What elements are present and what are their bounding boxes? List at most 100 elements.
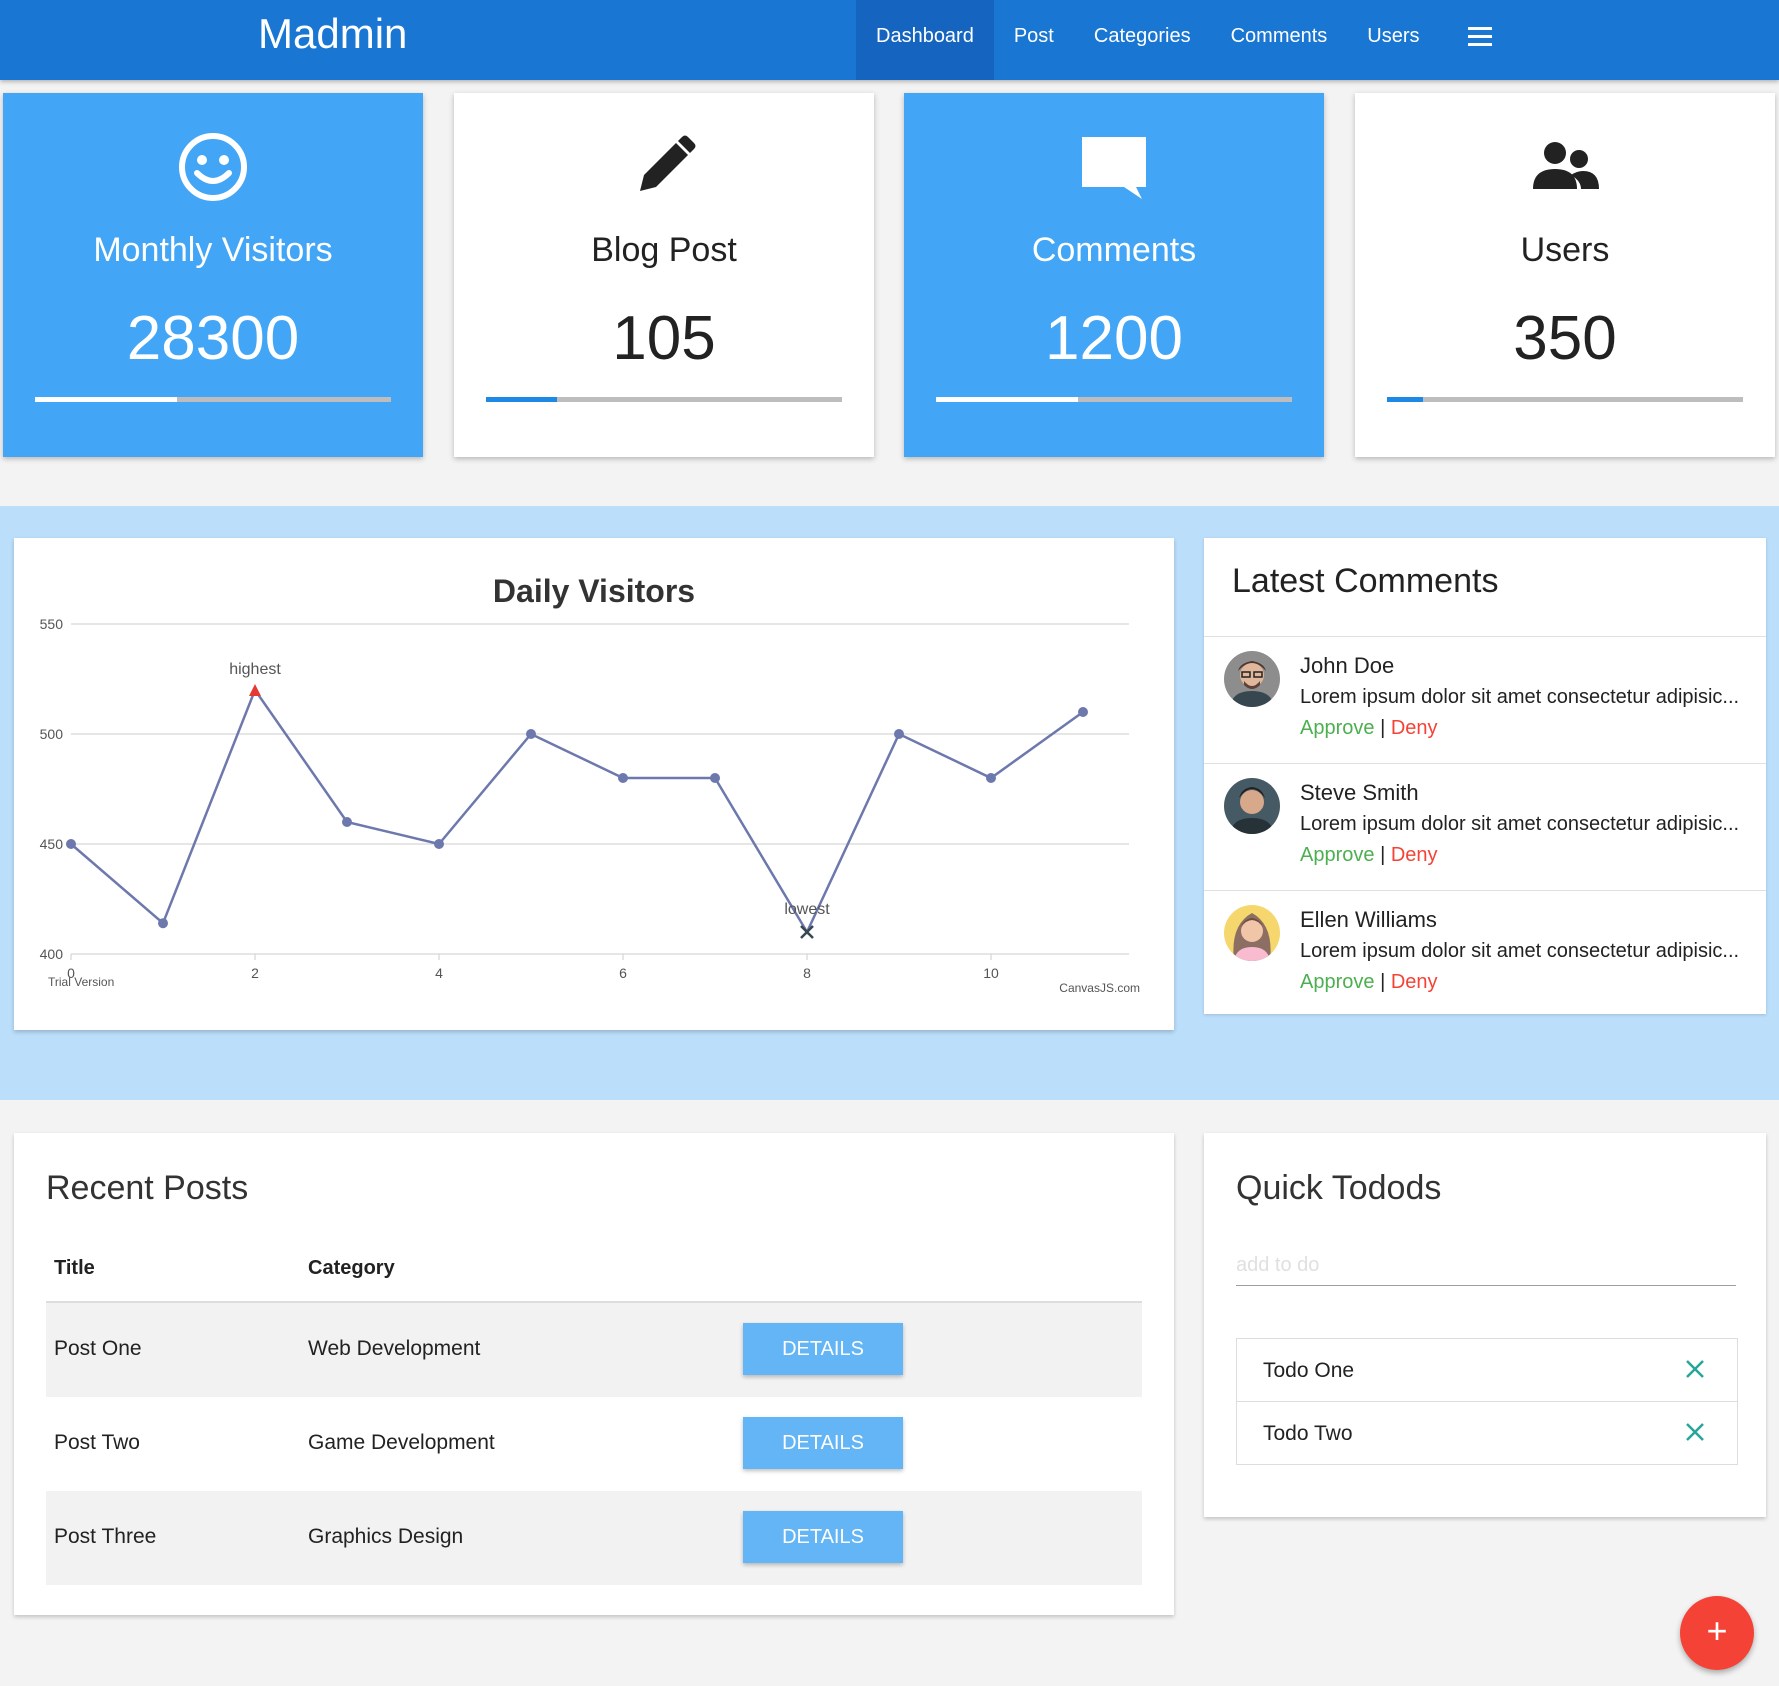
data-point [986, 773, 996, 783]
daily-visitors-chart-panel: Daily Visitors 400 450 500 550 0 2 4 6 8 10 highest… [14, 538, 1174, 1030]
comment-author: Steve Smith [1300, 780, 1419, 805]
stat-card-users: Users 350 [1355, 93, 1775, 457]
todo-label: Todo Two [1263, 1422, 1353, 1445]
stat-card-blog-post: Blog Post 105 [454, 93, 874, 457]
comment-text: Lorem ipsum dolor sit amet consectetur a… [1300, 940, 1740, 962]
lowest-marker [800, 925, 814, 939]
action-separator: | [1380, 844, 1386, 866]
action-separator: | [1380, 971, 1386, 993]
data-point [342, 817, 352, 827]
annotation-label: lowest [784, 901, 830, 918]
card-progress [35, 397, 391, 402]
approve-link[interactable]: Approve [1300, 717, 1375, 739]
watermark-trial: Trial Version [48, 975, 114, 989]
quick-todos-title: Quick Todods [1236, 1169, 1442, 1207]
post-category: Graphics Design [308, 1525, 464, 1548]
details-button[interactable]: DETAILS [743, 1511, 903, 1563]
card-title: Monthly Visitors [93, 231, 333, 269]
y-tick-label: 500 [40, 726, 64, 742]
series-line [70, 687, 1084, 935]
card-progress [936, 397, 1292, 402]
y-tick-label: 400 [40, 946, 64, 962]
comment-icon [904, 131, 1324, 211]
brand-logo[interactable]: Madmin [258, 10, 407, 58]
card-progress [1387, 397, 1743, 402]
comment-item: Ellen Williams Lorem ipsum dolor sit ame… [1204, 891, 1766, 1017]
data-point [66, 839, 76, 849]
deny-link[interactable]: Deny [1391, 844, 1438, 866]
details-button[interactable]: DETAILS [743, 1417, 903, 1469]
smiley-face-icon [3, 131, 423, 211]
nav-post[interactable]: Post [994, 0, 1074, 80]
column-header-title: Title [54, 1257, 95, 1279]
x-tick-label: 4 [435, 965, 443, 981]
card-title: Users [1520, 231, 1610, 269]
deny-link[interactable]: Deny [1391, 717, 1438, 739]
column-header-category: Category [308, 1257, 395, 1279]
delete-todo-icon[interactable] [1683, 1420, 1707, 1444]
delete-todo-icon[interactable] [1683, 1357, 1707, 1381]
y-tick-label: 550 [40, 616, 64, 632]
card-value: 1200 [1045, 304, 1183, 373]
action-separator: | [1380, 717, 1386, 739]
card-value: 105 [612, 304, 716, 373]
comment-text: Lorem ipsum dolor sit amet consectetur a… [1300, 686, 1740, 708]
card-title: Blog Post [591, 231, 737, 269]
list-item: Todo One [1237, 1339, 1737, 1402]
nav-categories[interactable]: Categories [1074, 0, 1211, 80]
data-point [434, 839, 444, 849]
approve-link[interactable]: Approve [1300, 971, 1375, 993]
main-nav: Dashboard Post Categories Comments Users [856, 0, 1440, 80]
comment-actions: Approve | Deny [1300, 844, 1438, 867]
man-avatar [1224, 778, 1280, 834]
post-category: Web Development [308, 1337, 481, 1360]
card-progress [486, 397, 842, 402]
data-point [526, 729, 536, 739]
add-todo-input[interactable] [1236, 1245, 1736, 1286]
nav-users[interactable]: Users [1347, 0, 1439, 80]
comment-author: John Doe [1300, 653, 1395, 678]
recent-posts-panel: Recent Posts Title Category Post One Web… [14, 1133, 1174, 1615]
card-value: 28300 [126, 304, 300, 373]
data-point [158, 918, 168, 929]
comment-actions: Approve | Deny [1300, 971, 1438, 994]
nav-comments[interactable]: Comments [1211, 0, 1348, 80]
approve-link[interactable]: Approve [1300, 844, 1375, 866]
data-point [1078, 707, 1088, 717]
table-row: Post Three Graphics Design DETAILS [46, 1491, 1142, 1585]
table-row: Post One Web Development DETAILS [46, 1303, 1142, 1397]
post-category: Game Development [308, 1431, 495, 1454]
comment-actions: Approve | Deny [1300, 717, 1438, 740]
x-tick-label: 6 [619, 965, 627, 981]
top-navbar: Madmin Dashboard Post Categories Comment… [0, 0, 1779, 80]
hamburger-menu-icon[interactable] [1468, 27, 1492, 47]
man-glasses-avatar [1224, 651, 1280, 707]
details-button[interactable]: DETAILS [743, 1323, 903, 1375]
y-tick-label: 450 [40, 836, 64, 852]
stat-card-comments: Comments 1200 [904, 93, 1324, 457]
recent-posts-title: Recent Posts [46, 1169, 249, 1207]
chart-title: Daily Visitors [493, 573, 695, 609]
daily-visitors-chart: Daily Visitors4004505005500 2 4 6 8 10highest… [40, 573, 1140, 995]
comment-text: Lorem ipsum dolor sit amet consectetur a… [1300, 813, 1740, 835]
x-tick-label: 2 [251, 965, 259, 981]
x-tick-label: 10 [983, 965, 999, 981]
post-title: Post Three [54, 1525, 157, 1548]
todo-list: Todo One Todo Two [1236, 1338, 1738, 1465]
comment-author: Ellen Williams [1300, 907, 1437, 932]
latest-comments-title: Latest Comments [1204, 538, 1766, 637]
annotation-label: highest [229, 661, 281, 678]
highest-marker [249, 684, 261, 696]
add-fab-button[interactable]: + [1680, 1596, 1754, 1670]
stat-card-monthly-visitors: Monthly Visitors 28300 [3, 93, 423, 457]
data-point [894, 729, 904, 739]
nav-dashboard[interactable]: Dashboard [856, 0, 994, 80]
comment-item: John Doe Lorem ipsum dolor sit amet cons… [1204, 637, 1766, 764]
deny-link[interactable]: Deny [1391, 971, 1438, 993]
table-row: Post Two Game Development DETAILS [46, 1397, 1142, 1491]
post-title: Post Two [54, 1431, 140, 1454]
quick-todos-panel: Quick Todods Todo One Todo Two [1204, 1133, 1766, 1517]
data-point [710, 773, 720, 783]
plus-icon: + [1706, 1610, 1728, 1651]
latest-comments-panel: Latest Comments John Doe Lorem ipsum dol… [1204, 538, 1766, 1014]
